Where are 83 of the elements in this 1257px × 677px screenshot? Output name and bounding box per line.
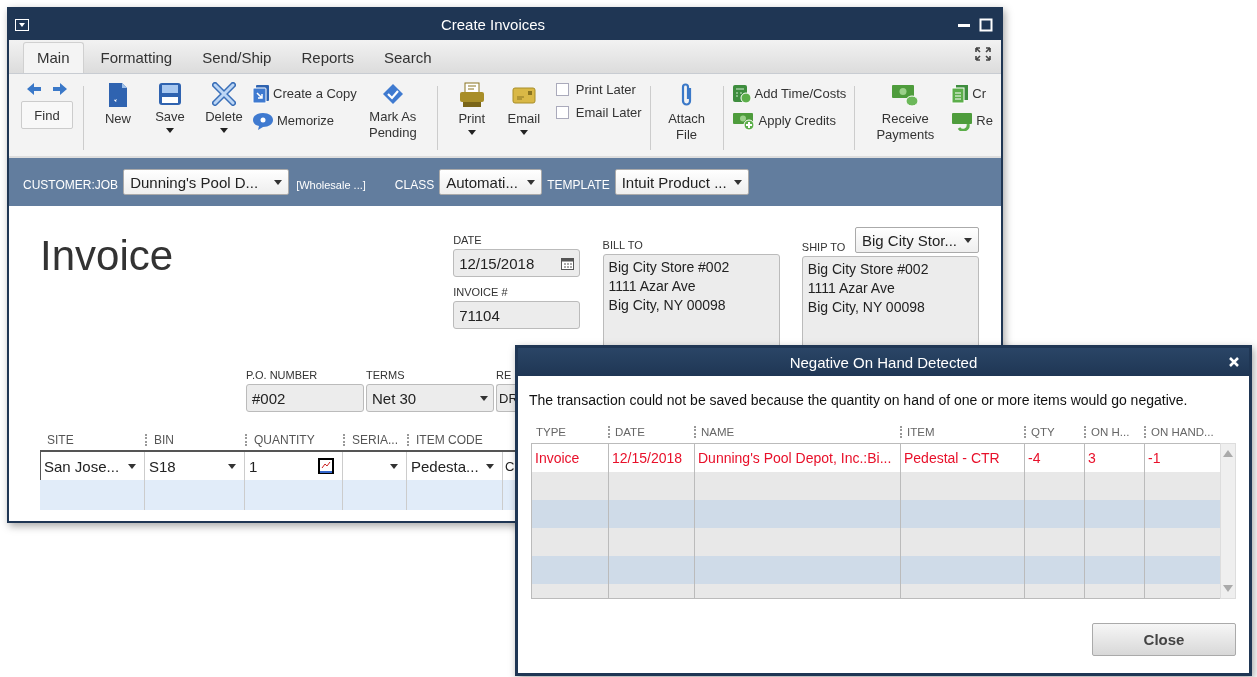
printer-icon (458, 82, 485, 108)
ship-to-dropdown[interactable]: Big City Stor... (855, 227, 979, 253)
tab[interactable]: Formatting (87, 43, 186, 73)
email-button[interactable]: Email (497, 82, 550, 135)
money-arrow-icon (951, 110, 974, 131)
class-dropdown[interactable]: Automati... (439, 169, 543, 195)
toolbar-button[interactable]: Cr (951, 82, 993, 105)
column-header: ITEM CODE (407, 434, 503, 446)
caret-icon (220, 128, 228, 133)
forward-arrow-icon[interactable] (52, 82, 68, 96)
close-icon[interactable] (1228, 356, 1240, 368)
column-header: QUANTITY (245, 434, 343, 446)
checkbox-label: Print Later (575, 82, 636, 97)
calculator-clock-icon (731, 83, 752, 104)
speech-bubble-icon (252, 111, 274, 130)
customer-dropdown[interactable]: Dunning's Pool D... (123, 169, 290, 195)
money-plus-icon (731, 110, 756, 131)
checkbox-label: Email Later (575, 105, 642, 120)
po-number-field[interactable]: #002 (246, 384, 364, 412)
caret-icon (519, 130, 528, 135)
column-header: DATE (608, 426, 694, 438)
window-title: Create Invoices (439, 16, 547, 33)
template-label: TEMPLATE (547, 178, 610, 192)
attach-file-button[interactable]: Attach File (658, 82, 715, 143)
customer-job-label: CUSTOMER:JOB (23, 178, 119, 192)
column-header: TYPE (535, 426, 568, 438)
po-number-label: P.O. NUMBER (246, 369, 319, 381)
checkbox[interactable] (555, 106, 569, 119)
ship-to-label: SHIP TO (801, 241, 846, 253)
invoice-number-label: INVOICE # (453, 286, 509, 298)
find-button[interactable]: Find (21, 101, 73, 129)
mark-pending-button[interactable]: Mark As Pending (356, 82, 429, 141)
column-header: SITE (46, 434, 75, 446)
document-icon (107, 82, 129, 108)
rep-label: RE (496, 369, 513, 381)
add-time-costs-button[interactable]: Add Time/Costs (731, 82, 847, 105)
column-header: BIN (145, 434, 245, 446)
close-button[interactable]: Close (1092, 623, 1236, 656)
tab[interactable]: Main (23, 42, 84, 73)
error-message: The transaction could not be saved because the quantity on hand of one or more items would go negative. (529, 392, 1189, 408)
column-header: QTY (1024, 426, 1084, 438)
save-button[interactable]: Save (144, 82, 196, 133)
class-label: CLASS (394, 178, 435, 192)
column-header: ON HAND... (1144, 426, 1220, 438)
create-copy-button[interactable]: Create a Copy (252, 82, 357, 105)
tab[interactable]: Search (371, 43, 445, 73)
dialog-title: Negative On Hand Detected (789, 353, 978, 371)
apply-credits-button[interactable]: Apply Credits (731, 109, 847, 132)
template-dropdown[interactable]: Intuit Product ... (614, 169, 749, 195)
save-icon (158, 82, 182, 106)
calendar-icon[interactable] (560, 256, 574, 270)
terms-label: TERMS (366, 369, 406, 381)
checkbox[interactable] (555, 83, 569, 96)
date-field[interactable]: 12/15/2018 (453, 249, 580, 277)
caret-icon (166, 128, 174, 133)
caret-icon (467, 130, 476, 135)
tab[interactable]: Send/Ship (189, 43, 285, 73)
toolbar-button[interactable]: Re (951, 109, 993, 132)
customer-type-label: [Wholesale ...] (296, 179, 366, 191)
date-label: DATE (453, 234, 483, 246)
terms-dropdown[interactable]: Net 30 (366, 384, 494, 412)
documents-icon (951, 83, 970, 104)
memorize-button[interactable]: Memorize (252, 109, 357, 132)
cross-icon (212, 82, 236, 106)
new-button[interactable]: New (92, 82, 144, 127)
expand-icon[interactable] (975, 47, 991, 61)
column-header: ON H... (1084, 426, 1144, 438)
invoice-number-field[interactable]: 71104 (453, 301, 580, 329)
copy-icon (252, 83, 270, 104)
calculator-icon[interactable] (318, 458, 334, 474)
column-header: SERIA... (343, 434, 407, 446)
maximize-icon[interactable] (979, 17, 993, 32)
print-button[interactable]: Print (445, 82, 498, 135)
back-arrow-icon[interactable] (26, 82, 42, 96)
tab[interactable]: Reports (288, 43, 367, 73)
column-header: NAME (694, 426, 900, 438)
delete-button[interactable]: Delete (196, 82, 252, 133)
bill-to-label: BILL TO (602, 239, 644, 251)
column-header: ITEM (900, 426, 1024, 438)
money-icon (891, 82, 920, 108)
invoice-heading: Invoice (40, 232, 174, 279)
receive-payments-button[interactable]: Receive Payments (863, 82, 948, 143)
menu-icon[interactable] (15, 18, 29, 31)
